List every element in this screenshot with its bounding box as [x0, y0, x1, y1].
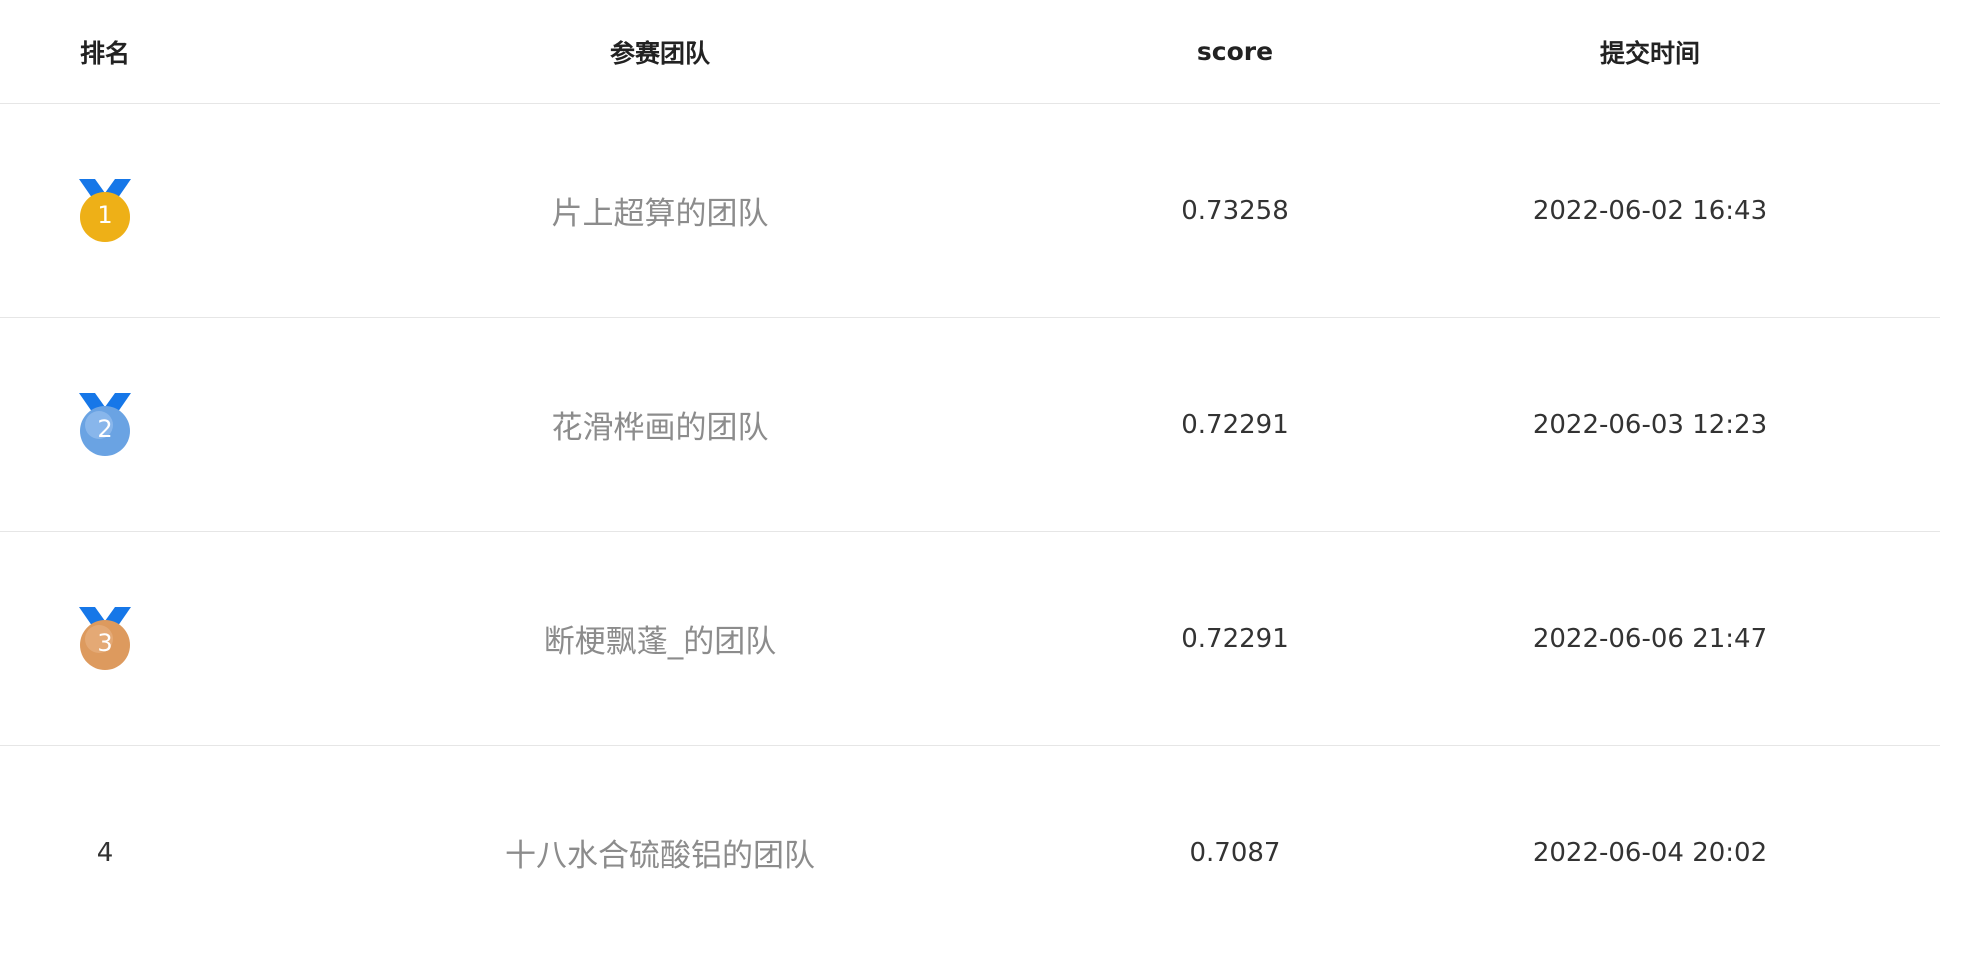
header-team: 参赛团队 — [609, 38, 710, 68]
bronze-medal-icon: 3 — [77, 606, 133, 671]
table-row: 4 十八水合硫酸铝的团队 0.7087 2022-06-04 20:02 — [0, 746, 1940, 959]
team-name: 十八水合硫酸铝的团队 — [505, 838, 815, 874]
header-time: 提交时间 — [1599, 38, 1700, 68]
header-rank: 排名 — [79, 38, 130, 68]
score-value: 0.72291 — [1181, 409, 1289, 440]
rank-cell: 3 — [0, 606, 210, 671]
table-row: 1 片上超算的团队 0.73258 2022-06-02 16:43 — [0, 104, 1940, 318]
rank-cell: 1 — [0, 178, 210, 243]
leaderboard-table: 排名 参赛团队 score 提交时间 1 片上超算的团队 0.73258 202… — [0, 0, 1940, 959]
medal-rank-number: 3 — [97, 628, 113, 657]
header-score: score — [1196, 37, 1274, 66]
submit-time: 2022-06-04 20:02 — [1532, 837, 1768, 868]
team-name: 花滑桦画的团队 — [551, 410, 769, 446]
table-row: 2 花滑桦画的团队 0.72291 2022-06-03 12:23 — [0, 318, 1940, 532]
medal-rank-number: 1 — [97, 200, 113, 229]
team-name: 断梗飘蓬_的团队 — [543, 624, 777, 660]
rank-number: 4 — [96, 837, 114, 868]
submit-time: 2022-06-06 21:47 — [1532, 623, 1768, 654]
score-value: 0.73258 — [1181, 195, 1289, 226]
score-value: 0.7087 — [1189, 837, 1281, 868]
submit-time: 2022-06-02 16:43 — [1532, 195, 1768, 226]
gold-medal-icon: 1 — [77, 178, 133, 243]
medal-rank-number: 2 — [97, 414, 113, 443]
submit-time: 2022-06-03 12:23 — [1532, 409, 1768, 440]
team-name: 片上超算的团队 — [551, 196, 769, 232]
table-row: 3 断梗飘蓬_的团队 0.72291 2022-06-06 21:47 — [0, 532, 1940, 746]
table-header: 排名 参赛团队 score 提交时间 — [0, 0, 1940, 104]
score-value: 0.72291 — [1181, 623, 1289, 654]
silver-medal-icon: 2 — [77, 392, 133, 457]
rank-cell: 2 — [0, 392, 210, 457]
